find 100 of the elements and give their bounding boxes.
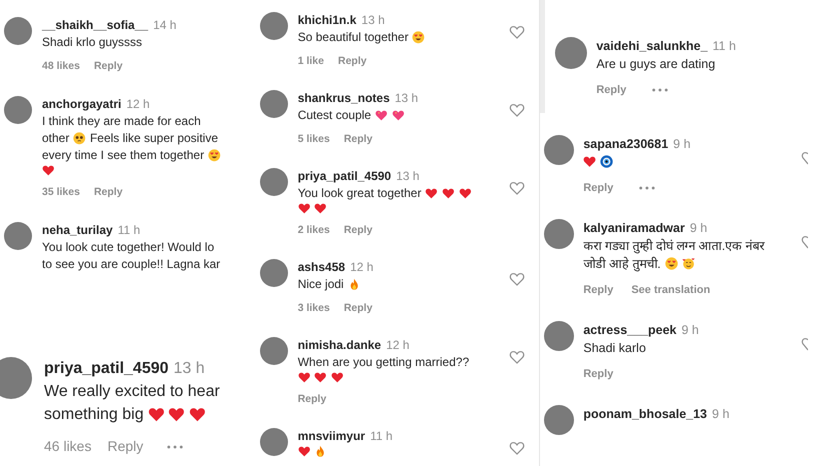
timestamp: 9 h [682, 323, 699, 337]
heart-outline-icon[interactable] [509, 102, 526, 118]
comment-text: You look cute together! Would lo [42, 238, 214, 256]
reply-link[interactable]: Reply [344, 222, 372, 239]
heart-icon [314, 371, 327, 384]
heart-icon [583, 155, 596, 169]
nazar-amulet-icon [600, 155, 614, 169]
heart-eyes-emoji-icon [208, 149, 221, 162]
comment-text: something big [44, 405, 144, 425]
heart-outline-icon[interactable] [509, 24, 526, 40]
timestamp: 9 h [690, 221, 708, 235]
heart-outline-icon[interactable] [509, 349, 526, 365]
more-options-icon[interactable] [167, 444, 184, 448]
username[interactable]: sapana230681 [583, 137, 668, 151]
username[interactable]: neha_turilay [42, 222, 113, 237]
reply-link[interactable]: Reply [344, 300, 372, 317]
comment-text: We really excited to hear [44, 382, 220, 402]
timestamp: 11 h [370, 428, 393, 443]
heart-icon [314, 202, 327, 215]
timestamp: 13 h [361, 13, 385, 27]
timestamp: 13 h [396, 169, 420, 183]
username[interactable]: vaidehi_salunkhe_ [596, 39, 708, 53]
heart-outline-icon[interactable] [509, 440, 526, 456]
username[interactable]: kalyaniramadwar [583, 221, 685, 235]
heart-icon [458, 187, 472, 200]
comment-text: जोडी आहे तुमची. [583, 256, 661, 273]
avatar-placeholder [4, 222, 32, 250]
likes-count[interactable]: 3 likes [298, 300, 330, 317]
timestamp: 12 h [350, 260, 374, 274]
likes-count[interactable]: 35 likes [42, 184, 80, 201]
comment-text: Are u guys are dating [596, 56, 716, 73]
username[interactable]: shankrus_notes [298, 91, 390, 105]
heart-icon [442, 187, 455, 200]
comment-text: करा गड्या तुम्ही दोघं लग्न आता.एक नंबर [583, 238, 765, 255]
heart-icon [330, 371, 344, 384]
smiling-face-with-hearts-icon [682, 257, 696, 271]
username[interactable]: nimisha.danke [298, 338, 382, 352]
heart-icon [425, 187, 438, 200]
heart-outline-icon[interactable] [801, 336, 808, 352]
username[interactable]: anchorgayatri [42, 97, 122, 111]
likes-count[interactable]: 2 likes [298, 222, 330, 239]
reply-link[interactable]: Reply [583, 365, 614, 383]
heart-outline-icon[interactable] [801, 234, 808, 250]
comment-text: Cutest couple [298, 107, 372, 124]
avatar-placeholder [260, 168, 288, 196]
more-options-icon[interactable] [652, 88, 668, 92]
username[interactable]: priya_patil_4590 [298, 169, 392, 183]
comment-text: other [42, 130, 70, 147]
reply-link[interactable]: Reply [298, 390, 326, 408]
avatar-placeholder [544, 219, 574, 249]
reply-link[interactable]: Reply [107, 435, 144, 458]
comment-text: to see you are couple!! Lagna kar [42, 256, 220, 273]
username[interactable]: poonam_bhosale_13 [583, 407, 708, 421]
comment-text: every time I see them together [42, 147, 204, 164]
username[interactable]: priya_patil_4590 [44, 360, 169, 377]
heart-eyes-emoji-icon [664, 257, 678, 271]
timestamp: 11 h [712, 39, 736, 53]
likes-count[interactable]: 1 like [298, 53, 324, 70]
see-translation-link[interactable]: See translation [631, 281, 710, 299]
comment-text: Shadi krlo guyssss [42, 34, 142, 51]
reply-link[interactable]: Reply [94, 184, 123, 201]
timestamp: 9 h [673, 137, 691, 151]
username[interactable]: mnsviimyur [298, 428, 366, 443]
likes-count[interactable]: 5 likes [298, 131, 330, 148]
heart-eyes-emoji-icon [412, 31, 426, 44]
sparkling-heart-icon [392, 109, 404, 122]
timestamp: 12 h [386, 338, 410, 352]
reply-link[interactable]: Reply [344, 131, 372, 148]
timestamp: 9 h [712, 407, 730, 421]
more-options-icon[interactable] [639, 186, 656, 190]
comment-text: When are you getting married?? [298, 354, 470, 371]
heart-icon [298, 371, 310, 384]
avatar-placeholder [260, 12, 288, 40]
username[interactable]: ashs458 [298, 260, 346, 274]
comment-text: Nice jodi [298, 276, 344, 293]
heart-outline-icon[interactable] [509, 180, 526, 196]
avatar-placeholder [260, 337, 288, 365]
heart-icon [42, 164, 55, 177]
heart-icon [298, 202, 310, 215]
username[interactable]: khichi1n.k [298, 13, 356, 27]
timestamp: 13 h [394, 91, 418, 105]
reply-link[interactable]: Reply [338, 53, 367, 70]
avatar-placeholder [260, 428, 288, 456]
comment-text: I think they are made for each [42, 113, 201, 130]
reply-link[interactable]: Reply [94, 58, 123, 75]
fire-icon [314, 444, 327, 458]
avatar-placeholder [544, 135, 574, 165]
timestamp: 11 h [118, 222, 140, 237]
heart-icon [298, 444, 310, 458]
likes-count[interactable]: 48 likes [42, 58, 80, 75]
heart-icon [168, 406, 186, 423]
likes-count[interactable]: 46 likes [44, 435, 92, 458]
reply-link[interactable]: Reply [583, 179, 614, 197]
reply-link[interactable]: Reply [596, 81, 626, 99]
username[interactable]: __shaikh__sofia__ [42, 18, 148, 32]
heart-outline-icon[interactable] [801, 150, 808, 166]
avatar-placeholder [260, 90, 288, 118]
username[interactable]: actress___peek [583, 323, 676, 337]
heart-outline-icon[interactable] [509, 270, 526, 287]
reply-link[interactable]: Reply [583, 281, 614, 299]
